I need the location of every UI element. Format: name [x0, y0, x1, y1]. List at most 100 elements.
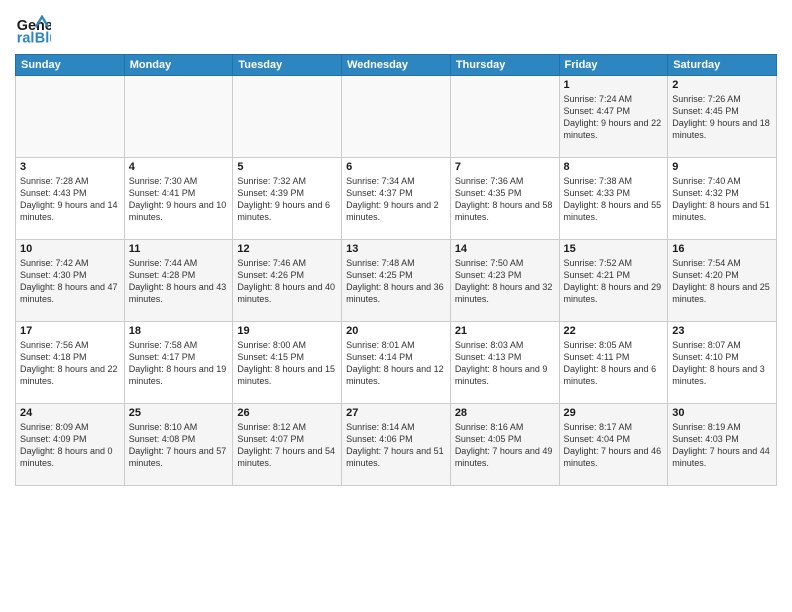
day-info: Sunrise: 8:17 AM Sunset: 4:04 PM Dayligh…: [564, 421, 664, 470]
day-number: 26: [237, 407, 337, 419]
day-info: Sunrise: 7:52 AM Sunset: 4:21 PM Dayligh…: [564, 257, 664, 306]
svg-text:Blue: Blue: [35, 30, 51, 46]
calendar-cell: [233, 76, 342, 158]
weekday-header-monday: Monday: [124, 55, 233, 76]
day-info: Sunrise: 8:19 AM Sunset: 4:03 PM Dayligh…: [672, 421, 772, 470]
day-info: Sunrise: 7:38 AM Sunset: 4:33 PM Dayligh…: [564, 175, 664, 224]
calendar-week-1: 1 Sunrise: 7:24 AM Sunset: 4:47 PM Daylig…: [16, 76, 777, 158]
day-number: 2: [672, 79, 772, 91]
page-header: Gene ral Blue: [15, 10, 777, 46]
day-info: Sunrise: 8:10 AM Sunset: 4:08 PM Dayligh…: [129, 421, 229, 470]
day-number: 15: [564, 243, 664, 255]
calendar-body: 1 Sunrise: 7:24 AM Sunset: 4:47 PM Daylig…: [16, 76, 777, 486]
day-info: Sunrise: 7:36 AM Sunset: 4:35 PM Dayligh…: [455, 175, 555, 224]
day-number: 19: [237, 325, 337, 337]
day-info: Sunrise: 8:09 AM Sunset: 4:09 PM Dayligh…: [20, 421, 120, 470]
logo: Gene ral Blue: [15, 10, 55, 46]
calendar-cell: 22 Sunrise: 8:05 AM Sunset: 4:11 PM Dayli…: [559, 322, 668, 404]
calendar-cell: 12 Sunrise: 7:46 AM Sunset: 4:26 PM Dayli…: [233, 240, 342, 322]
calendar-cell: 8 Sunrise: 7:38 AM Sunset: 4:33 PM Daylig…: [559, 158, 668, 240]
day-info: Sunrise: 7:32 AM Sunset: 4:39 PM Dayligh…: [237, 175, 337, 224]
weekday-header-wednesday: Wednesday: [342, 55, 451, 76]
calendar-cell: 6Sunrise: 7:34 AM Sunset: 4:37 PM Daylig…: [342, 158, 451, 240]
day-number: 4: [129, 161, 229, 173]
day-info: Sunrise: 7:44 AM Sunset: 4:28 PM Dayligh…: [129, 257, 229, 306]
calendar-week-3: 10 Sunrise: 7:42 AM Sunset: 4:30 PM Dayli…: [16, 240, 777, 322]
calendar-cell: 7 Sunrise: 7:36 AM Sunset: 4:35 PM Daylig…: [450, 158, 559, 240]
day-info: Sunrise: 7:24 AM Sunset: 4:47 PM Dayligh…: [564, 93, 664, 142]
day-number: 29: [564, 407, 664, 419]
day-number: 28: [455, 407, 555, 419]
day-number: 27: [346, 407, 446, 419]
day-info: Sunrise: 7:40 AM Sunset: 4:32 PM Dayligh…: [672, 175, 772, 224]
calendar-cell: 18 Sunrise: 7:58 AM Sunset: 4:17 PM Dayli…: [124, 322, 233, 404]
day-info: Sunrise: 7:58 AM Sunset: 4:17 PM Dayligh…: [129, 339, 229, 388]
calendar-cell: [124, 76, 233, 158]
calendar-cell: 25Sunrise: 8:10 AM Sunset: 4:08 PM Dayli…: [124, 404, 233, 486]
day-number: 9: [672, 161, 772, 173]
day-number: 3: [20, 161, 120, 173]
day-number: 8: [564, 161, 664, 173]
calendar-cell: 23 Sunrise: 8:07 AM Sunset: 4:10 PM Dayli…: [668, 322, 777, 404]
day-number: 20: [346, 325, 446, 337]
day-number: 1: [564, 79, 664, 91]
calendar-cell: 1 Sunrise: 7:24 AM Sunset: 4:47 PM Daylig…: [559, 76, 668, 158]
calendar-cell: 4 Sunrise: 7:30 AM Sunset: 4:41 PM Daylig…: [124, 158, 233, 240]
svg-text:ral: ral: [17, 30, 35, 46]
calendar-cell: 15 Sunrise: 7:52 AM Sunset: 4:21 PM Dayli…: [559, 240, 668, 322]
calendar-cell: [450, 76, 559, 158]
calendar-cell: 26 Sunrise: 8:12 AM Sunset: 4:07 PM Dayli…: [233, 404, 342, 486]
day-number: 5: [237, 161, 337, 173]
day-number: 11: [129, 243, 229, 255]
calendar-cell: 24 Sunrise: 8:09 AM Sunset: 4:09 PM Dayli…: [16, 404, 125, 486]
weekday-header-tuesday: Tuesday: [233, 55, 342, 76]
calendar-cell: 13 Sunrise: 7:48 AM Sunset: 4:25 PM Dayli…: [342, 240, 451, 322]
day-number: 21: [455, 325, 555, 337]
day-number: 10: [20, 243, 120, 255]
day-info: Sunrise: 8:07 AM Sunset: 4:10 PM Dayligh…: [672, 339, 772, 388]
day-number: 23: [672, 325, 772, 337]
calendar-cell: [16, 76, 125, 158]
day-info: Sunrise: 7:48 AM Sunset: 4:25 PM Dayligh…: [346, 257, 446, 306]
day-info: Sunrise: 7:26 AM Sunset: 4:45 PM Dayligh…: [672, 93, 772, 142]
day-info: Sunrise: 8:05 AM Sunset: 4:11 PM Dayligh…: [564, 339, 664, 388]
day-number: 18: [129, 325, 229, 337]
day-number: 12: [237, 243, 337, 255]
day-number: 22: [564, 325, 664, 337]
day-number: 17: [20, 325, 120, 337]
weekday-header-row: SundayMondayTuesdayWednesdayThursdayFrid…: [16, 55, 777, 76]
calendar-table: SundayMondayTuesdayWednesdayThursdayFrid…: [15, 54, 777, 486]
day-info: Sunrise: 8:03 AM Sunset: 4:13 PM Dayligh…: [455, 339, 555, 388]
calendar-cell: 3 Sunrise: 7:28 AM Sunset: 4:43 PM Daylig…: [16, 158, 125, 240]
day-number: 24: [20, 407, 120, 419]
day-info: Sunrise: 7:50 AM Sunset: 4:23 PM Dayligh…: [455, 257, 555, 306]
calendar-week-5: 24 Sunrise: 8:09 AM Sunset: 4:09 PM Dayli…: [16, 404, 777, 486]
day-number: 30: [672, 407, 772, 419]
weekday-header-thursday: Thursday: [450, 55, 559, 76]
day-info: Sunrise: 7:42 AM Sunset: 4:30 PM Dayligh…: [20, 257, 120, 306]
day-info: Sunrise: 7:56 AM Sunset: 4:18 PM Dayligh…: [20, 339, 120, 388]
weekday-header-sunday: Sunday: [16, 55, 125, 76]
day-info: Sunrise: 7:46 AM Sunset: 4:26 PM Dayligh…: [237, 257, 337, 306]
day-info: Sunrise: 8:16 AM Sunset: 4:05 PM Dayligh…: [455, 421, 555, 470]
day-info: Sunrise: 7:28 AM Sunset: 4:43 PM Dayligh…: [20, 175, 120, 224]
calendar-cell: [342, 76, 451, 158]
calendar-cell: 28 Sunrise: 8:16 AM Sunset: 4:05 PM Dayli…: [450, 404, 559, 486]
calendar-cell: 30 Sunrise: 8:19 AM Sunset: 4:03 PM Dayli…: [668, 404, 777, 486]
calendar-cell: 10 Sunrise: 7:42 AM Sunset: 4:30 PM Dayli…: [16, 240, 125, 322]
calendar-cell: 20 Sunrise: 8:01 AM Sunset: 4:14 PM Dayli…: [342, 322, 451, 404]
day-info: Sunrise: 8:12 AM Sunset: 4:07 PM Dayligh…: [237, 421, 337, 470]
day-info: Sunrise: 8:14 AM Sunset: 4:06 PM Dayligh…: [346, 421, 446, 470]
day-number: 7: [455, 161, 555, 173]
day-info: Sunrise: 8:00 AM Sunset: 4:15 PM Dayligh…: [237, 339, 337, 388]
day-info: Sunrise: 7:30 AM Sunset: 4:41 PM Dayligh…: [129, 175, 229, 224]
day-info: Sunrise: 7:34 AM Sunset: 4:37 PM Dayligh…: [346, 175, 446, 224]
calendar-cell: 19 Sunrise: 8:00 AM Sunset: 4:15 PM Dayli…: [233, 322, 342, 404]
day-number: 13: [346, 243, 446, 255]
calendar-cell: 9 Sunrise: 7:40 AM Sunset: 4:32 PM Daylig…: [668, 158, 777, 240]
day-info: Sunrise: 8:01 AM Sunset: 4:14 PM Dayligh…: [346, 339, 446, 388]
calendar-cell: 27 Sunrise: 8:14 AM Sunset: 4:06 PM Dayli…: [342, 404, 451, 486]
calendar-cell: 14Sunrise: 7:50 AM Sunset: 4:23 PM Dayli…: [450, 240, 559, 322]
logo-icon: Gene ral Blue: [15, 10, 51, 46]
calendar-cell: 2 Sunrise: 7:26 AM Sunset: 4:45 PM Daylig…: [668, 76, 777, 158]
